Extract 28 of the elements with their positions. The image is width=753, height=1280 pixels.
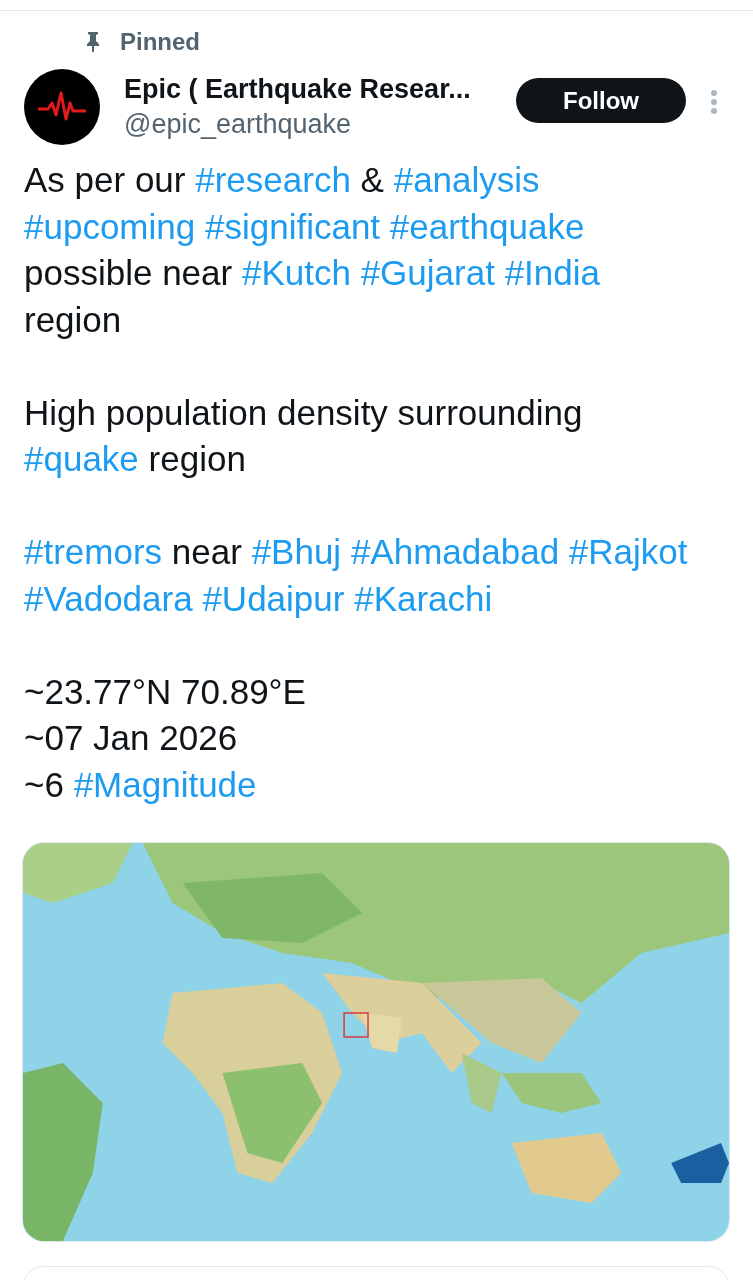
- tweet-text: ~23.77°N 70.89°E ~07 Jan 2026 ~6 #Magnitude: [24, 670, 306, 806]
- hashtag-link[interactable]: #Udaipur: [202, 578, 345, 618]
- pinned-label: Pinned: [120, 28, 200, 56]
- author-name[interactable]: Epic ( Earthquake Resear...: [124, 74, 471, 105]
- author-handle[interactable]: @epic_earthquake: [124, 109, 352, 140]
- hashtag-link[interactable]: #Kutch: [241, 253, 351, 292]
- hashtag-link[interactable]: #analysis: [393, 160, 540, 199]
- tweet-text: #tremors near #Bhuj #Ahmadabad #Rajkot #Vadodara #Udaipur #Karachi: [24, 531, 688, 620]
- tweet-text: As per our #research & #analysis #upcoming #significant #earthquake possible near #Kutch #Gujarat #India region: [24, 159, 600, 341]
- more-icon[interactable]: [710, 89, 718, 115]
- hashtag-link[interactable]: #Vadodara: [24, 578, 193, 618]
- hashtag-link[interactable]: #tremors: [24, 532, 163, 571]
- hashtag-link[interactable]: #research: [195, 160, 351, 199]
- hashtag-link[interactable]: #quake: [24, 439, 139, 478]
- follow-button[interactable]: Follow: [516, 78, 686, 123]
- hashtag-link[interactable]: #Karachi: [354, 578, 493, 618]
- hashtag-link[interactable]: #Ahmadabad: [350, 532, 560, 571]
- hashtag-link[interactable]: #Rajkot: [568, 532, 688, 571]
- hashtag-link[interactable]: #Gujarat: [360, 253, 495, 292]
- hashtag-link[interactable]: #Magnitude: [73, 764, 257, 804]
- pin-icon: [84, 31, 102, 53]
- hashtag-link[interactable]: #significant: [204, 206, 381, 246]
- hashtag-link[interactable]: #India: [504, 253, 600, 292]
- hashtag-link[interactable]: #earthquake: [389, 206, 585, 246]
- hashtag-link[interactable]: #Bhuj: [251, 532, 342, 571]
- tweet-text: High population density surrounding #quake region: [24, 391, 583, 480]
- hashtag-link[interactable]: #upcoming: [24, 206, 196, 246]
- avatar-icon[interactable]: [24, 69, 100, 145]
